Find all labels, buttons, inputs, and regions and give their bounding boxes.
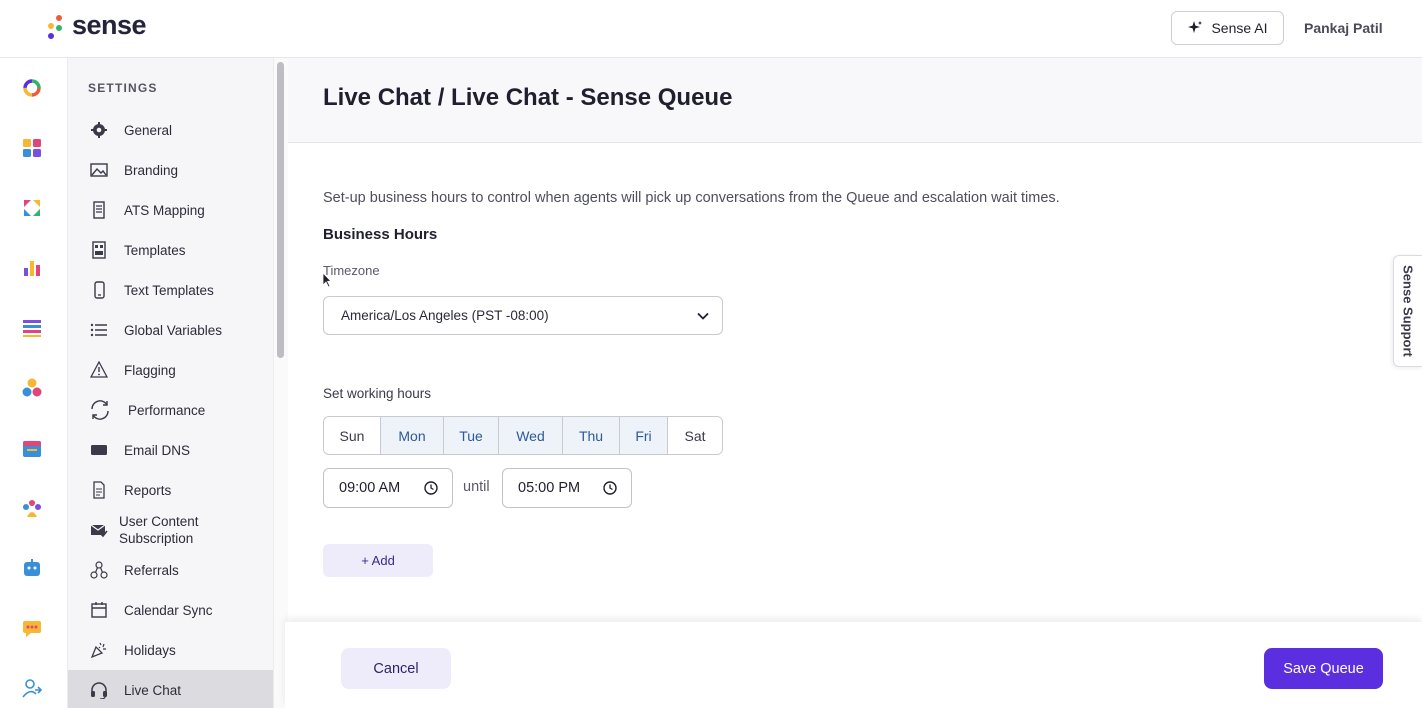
clock-icon[interactable] bbox=[603, 481, 617, 495]
cancel-button[interactable]: Cancel bbox=[341, 648, 451, 689]
warning-icon bbox=[90, 361, 108, 378]
list-icon bbox=[90, 323, 107, 337]
phone-icon bbox=[94, 281, 105, 299]
save-queue-button[interactable]: Save Queue bbox=[1264, 648, 1383, 689]
sidebar-item-templates[interactable]: Templates bbox=[68, 230, 273, 270]
sidebar-item-label: Referrals bbox=[124, 562, 179, 578]
donut-icon[interactable] bbox=[22, 78, 42, 98]
sidebar-item-calendar-sync[interactable]: Calendar Sync bbox=[68, 590, 273, 630]
sidebar-item-reports[interactable]: Reports bbox=[68, 470, 273, 510]
list-icon[interactable] bbox=[22, 318, 42, 338]
sidebar-item-label: Reports bbox=[124, 482, 172, 498]
sidebar-item-label: Holidays bbox=[124, 642, 176, 658]
sense-support-label: Sense Support bbox=[1400, 265, 1416, 357]
sidebar-item-ats-mapping[interactable]: ATS Mapping bbox=[68, 190, 273, 230]
sense-logo[interactable]: sense bbox=[44, 10, 147, 41]
day-tue[interactable]: Tue bbox=[444, 417, 499, 454]
sense-ai-button[interactable]: Sense AI bbox=[1171, 11, 1284, 45]
sidebar-item-user-content-subscription[interactable]: User Content Subscription bbox=[68, 510, 273, 550]
business-hours-heading: Business Hours bbox=[323, 226, 438, 243]
day-wed[interactable]: Wed bbox=[499, 417, 563, 454]
sidebar-item-flagging[interactable]: Flagging bbox=[68, 350, 273, 390]
headset-icon bbox=[91, 682, 107, 699]
circles-icon[interactable] bbox=[22, 378, 42, 398]
logo-dots-icon bbox=[44, 11, 66, 41]
sidebar-item-global-variables[interactable]: Global Variables bbox=[68, 310, 273, 350]
refresh-icon bbox=[91, 400, 109, 420]
page-title: Live Chat / Live Chat - Sense Queue bbox=[323, 84, 733, 111]
sidebar-item-branding[interactable]: Branding bbox=[68, 150, 273, 190]
day-fri[interactable]: Fri bbox=[620, 417, 668, 454]
calendar-icon[interactable] bbox=[22, 438, 42, 458]
clock-icon[interactable] bbox=[424, 481, 438, 495]
page-description: Set-up business hours to control when ag… bbox=[323, 190, 1060, 206]
arrows-icon[interactable] bbox=[22, 198, 42, 218]
document-icon bbox=[93, 201, 105, 219]
main-content: Live Chat / Live Chat - Sense Queue Set-… bbox=[288, 58, 1422, 708]
sidebar-item-label: Live Chat bbox=[124, 682, 182, 698]
page-header: Live Chat / Live Chat - Sense Queue bbox=[288, 58, 1422, 143]
mouse-cursor-icon bbox=[322, 272, 332, 288]
app-rail bbox=[0, 58, 68, 708]
chevron-down-icon bbox=[697, 312, 709, 320]
timezone-select[interactable]: America/Los Angeles (PST -08:00) bbox=[323, 296, 723, 335]
sidebar-item-label: Flagging bbox=[124, 362, 176, 378]
start-time-input[interactable]: 09:00 AM bbox=[323, 468, 453, 508]
sidebar-item-referrals[interactable]: Referrals bbox=[68, 550, 273, 590]
sidebar-title: SETTINGS bbox=[88, 81, 158, 95]
timezone-value: America/Los Angeles (PST -08:00) bbox=[341, 308, 549, 323]
sidebar-item-live-chat[interactable]: Live Chat bbox=[68, 670, 273, 708]
sidebar-item-label: Branding bbox=[124, 162, 179, 178]
sidebar-scrollbar-thumb[interactable] bbox=[277, 62, 284, 358]
sidebar-item-label: Email DNS bbox=[124, 442, 191, 458]
sidebar-item-holidays[interactable]: Holidays bbox=[68, 630, 273, 670]
network-icon bbox=[90, 561, 108, 579]
envelope-icon bbox=[91, 445, 107, 455]
sidebar-item-general[interactable]: General bbox=[68, 110, 273, 150]
sidebar-item-email-dns[interactable]: Email DNS bbox=[68, 430, 273, 470]
sidebar-item-label: ATS Mapping bbox=[124, 202, 205, 218]
sense-ai-label: Sense AI bbox=[1211, 20, 1268, 36]
user-menu[interactable]: Pankaj Patil bbox=[1304, 20, 1383, 36]
sidebar-item-performance[interactable]: Performance bbox=[68, 390, 273, 430]
working-hours-label: Set working hours bbox=[323, 386, 432, 401]
end-time-value: 05:00 PM bbox=[518, 480, 581, 496]
user-transfer-icon[interactable] bbox=[22, 678, 42, 698]
report-icon bbox=[93, 481, 105, 499]
party-icon bbox=[90, 642, 106, 659]
top-bar: sense Sense AI Pankaj Patil bbox=[0, 0, 1422, 58]
sidebar-item-label: User Content Subscription bbox=[119, 514, 199, 546]
sidebar-item-label: Performance bbox=[128, 402, 206, 418]
action-footer: Cancel Save Queue bbox=[285, 622, 1422, 708]
gear-icon bbox=[91, 122, 107, 138]
calendar-icon bbox=[91, 602, 107, 618]
day-selector: Sun Mon Tue Wed Thu Fri Sat bbox=[323, 416, 723, 455]
image-icon bbox=[90, 163, 108, 177]
settings-sidebar: SETTINGS General Branding ATS Mapping Te… bbox=[68, 58, 273, 708]
day-sun[interactable]: Sun bbox=[324, 417, 381, 454]
logo-text: sense bbox=[72, 10, 147, 40]
sidebar-item-text-templates[interactable]: Text Templates bbox=[68, 270, 273, 310]
sense-support-tab[interactable]: Sense Support bbox=[1393, 255, 1422, 367]
sidebar-item-label: Global Variables bbox=[124, 322, 223, 338]
sidebar-item-label: General bbox=[124, 122, 173, 138]
sidebar-item-label: Calendar Sync bbox=[124, 602, 213, 618]
sparkle-icon bbox=[1188, 21, 1203, 33]
apps-grid-icon[interactable] bbox=[22, 138, 42, 158]
template-icon bbox=[92, 241, 106, 259]
chat-bubble-icon[interactable] bbox=[22, 618, 42, 638]
add-hours-button[interactable]: + Add bbox=[323, 544, 433, 577]
start-time-value: 09:00 AM bbox=[339, 480, 401, 496]
sidebar-item-label: Text Templates bbox=[124, 282, 214, 298]
day-mon[interactable]: Mon bbox=[381, 417, 444, 454]
sidebar-item-label: Templates bbox=[124, 242, 186, 258]
team-icon[interactable] bbox=[22, 498, 42, 518]
end-time-input[interactable]: 05:00 PM bbox=[502, 468, 632, 508]
bot-icon[interactable] bbox=[22, 558, 42, 578]
day-thu[interactable]: Thu bbox=[563, 417, 620, 454]
day-sat[interactable]: Sat bbox=[668, 417, 722, 454]
until-label: until bbox=[463, 479, 490, 495]
mail-check-icon bbox=[90, 524, 108, 538]
bar-chart-icon[interactable] bbox=[22, 258, 42, 278]
